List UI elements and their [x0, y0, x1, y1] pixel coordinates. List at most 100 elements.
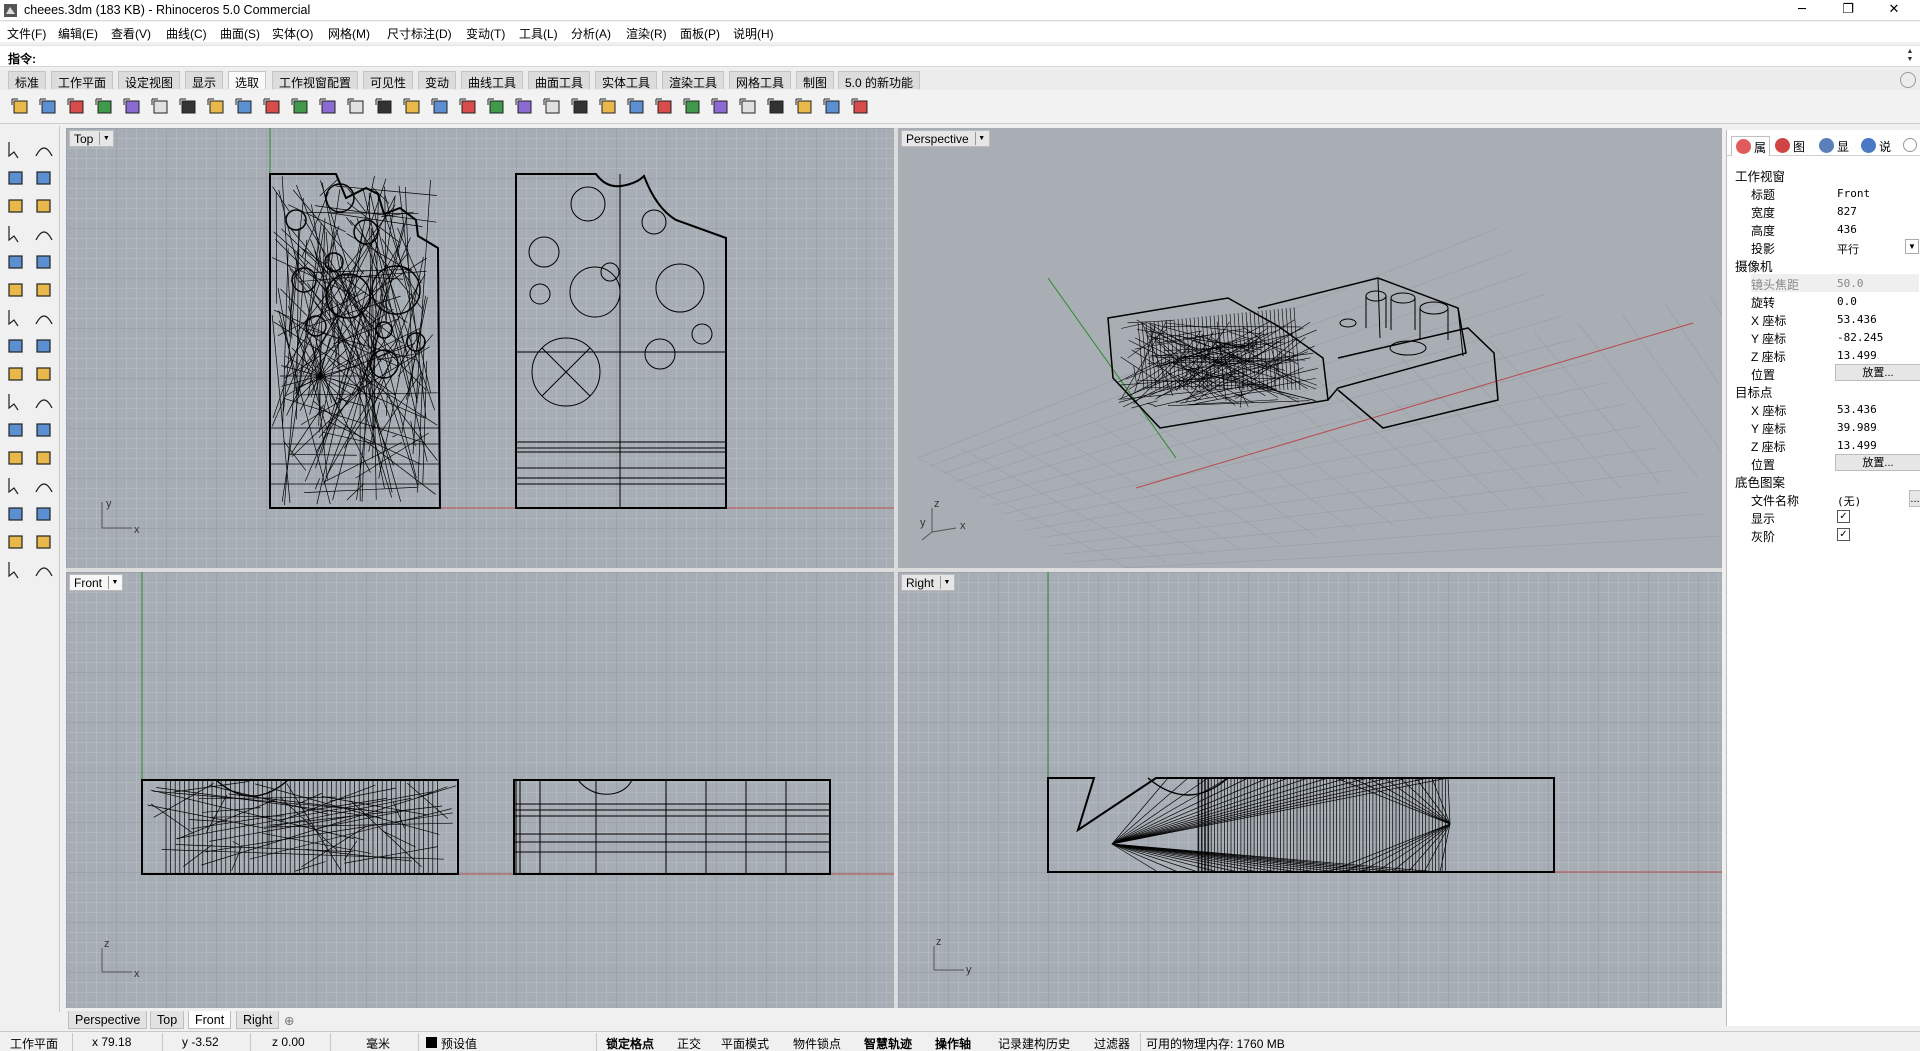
patch-icon[interactable]	[32, 334, 56, 358]
vtab-top[interactable]: Top	[150, 1011, 185, 1029]
menu-solid[interactable]: 实体(O)	[272, 25, 313, 42]
status-smarttrack[interactable]: 智慧轨迹	[864, 1035, 912, 1051]
surface-from-points-icon[interactable]	[4, 278, 28, 302]
toolbar-gear-icon[interactable]	[1900, 72, 1916, 88]
viewport-perspective[interactable]: z x y Perspective ▼	[898, 128, 1722, 568]
minimize-button[interactable]: ─	[1780, 0, 1824, 21]
tab-viewport-layout[interactable]: 工作视窗配置	[272, 71, 359, 90]
select-circles-icon[interactable]	[598, 96, 620, 118]
camera-prop-value[interactable]: 0.0	[1837, 295, 1857, 308]
render-icon[interactable]	[4, 558, 28, 582]
surface-edge-icon[interactable]	[32, 278, 56, 302]
camera-prop-value[interactable]: 13.499	[1837, 349, 1877, 362]
select-pointclouds-icon[interactable]	[766, 96, 788, 118]
menu-surface[interactable]: 曲面(S)	[220, 25, 260, 42]
select-arcs-icon[interactable]	[570, 96, 592, 118]
menu-dimension[interactable]: 尺寸标注(D)	[387, 25, 452, 42]
panel-tab-layers[interactable]: 图	[1771, 136, 1808, 156]
circle-icon[interactable]	[4, 194, 28, 218]
select-color-icon[interactable]	[234, 96, 256, 118]
projection-dropdown-icon[interactable]: ▼	[1905, 239, 1919, 254]
box-solid-icon[interactable]	[4, 306, 28, 330]
explode-icon[interactable]	[32, 362, 56, 386]
panel-gear-icon[interactable]	[1903, 138, 1917, 152]
chevron-down-icon[interactable]: ▼	[974, 132, 988, 145]
viewport-prop-value[interactable]: 平行	[1837, 241, 1859, 257]
wallpaper-prop-button[interactable]: ...	[1909, 490, 1920, 507]
menu-edit[interactable]: 编辑(E)	[58, 25, 98, 42]
tab-cplanes[interactable]: 工作平面	[51, 71, 114, 90]
ellipse-icon[interactable]	[4, 250, 28, 274]
select-dots-icon[interactable]	[738, 96, 760, 118]
viewport-prop-value[interactable]: Front	[1837, 187, 1870, 200]
viewport-title-top[interactable]: Top ▼	[69, 130, 115, 147]
select-small-icon[interactable]	[654, 96, 676, 118]
select-polysurfaces-icon[interactable]	[122, 96, 144, 118]
sweep-icon[interactable]	[4, 418, 28, 442]
status-layer[interactable]: 预设值	[441, 1035, 477, 1051]
select-surfaces-icon[interactable]	[94, 96, 116, 118]
viewport-front[interactable]: z x Front ▼	[66, 572, 894, 1008]
mirror-icon[interactable]	[4, 474, 28, 498]
select-meshes-icon[interactable]	[318, 96, 340, 118]
sphere-icon[interactable]	[32, 306, 56, 330]
wallpaper-prop-checkbox[interactable]: ✓	[1837, 528, 1850, 541]
target-prop-value[interactable]: 39.989	[1837, 421, 1877, 434]
tab-render-tools[interactable]: 渲染工具	[662, 71, 725, 90]
select-all-icon[interactable]	[10, 96, 32, 118]
text-icon[interactable]	[4, 446, 28, 470]
restore-button[interactable]: ❐	[1826, 0, 1870, 21]
command-history-scroll[interactable]: ▲ ▼	[1904, 48, 1916, 65]
status-osnap[interactable]: 物件锁点	[793, 1035, 841, 1051]
select-render-icon[interactable]	[682, 96, 704, 118]
status-history[interactable]: 记录建构历史	[998, 1035, 1070, 1051]
select-lights-icon[interactable]	[150, 96, 172, 118]
fillet-icon[interactable]	[4, 390, 28, 414]
menu-mesh[interactable]: 网格(M)	[328, 25, 370, 42]
tab-transform[interactable]: 变动	[418, 71, 457, 90]
select-name-icon[interactable]	[822, 96, 844, 118]
analyze-icon[interactable]	[4, 530, 28, 554]
target-prop-value[interactable]: 53.436	[1837, 403, 1877, 416]
select-bad-objects-icon[interactable]	[626, 96, 648, 118]
freeform-icon[interactable]	[32, 250, 56, 274]
select-history-icon[interactable]	[794, 96, 816, 118]
vtab-right[interactable]: Right	[236, 1011, 280, 1029]
chevron-down-icon[interactable]: ▼	[108, 576, 121, 589]
dimension-icon[interactable]	[32, 446, 56, 470]
check-icon[interactable]	[32, 530, 56, 554]
viewport-top[interactable]: y x Top ▼	[66, 128, 894, 568]
polyline-icon[interactable]	[4, 166, 28, 190]
viewport-splitter-horizontal[interactable]	[66, 568, 1722, 572]
camera-prop-value[interactable]: 50.0	[1837, 277, 1864, 290]
select-annotations-icon[interactable]	[178, 96, 200, 118]
tab-select[interactable]: 选取	[228, 71, 267, 90]
select-points-icon[interactable]	[290, 96, 312, 118]
group-icon[interactable]	[32, 502, 56, 526]
menu-help[interactable]: 说明(H)	[733, 25, 774, 42]
select-lines-icon[interactable]	[514, 96, 536, 118]
menu-panels[interactable]: 面板(P)	[680, 25, 720, 42]
viewport-prop-value[interactable]: 827	[1837, 205, 1857, 218]
menu-view[interactable]: 查看(V)	[111, 25, 151, 42]
vtab-front[interactable]: Front	[188, 1011, 232, 1029]
menu-file[interactable]: 文件(F)	[7, 25, 46, 42]
boolean-icon[interactable]	[4, 362, 28, 386]
select-duplicates-icon[interactable]	[402, 96, 424, 118]
tab-set-view[interactable]: 设定视图	[118, 71, 181, 90]
vtab-perspective[interactable]: Perspective	[68, 1011, 148, 1029]
point-icon[interactable]	[32, 138, 56, 162]
tab-solid-tools[interactable]: 实体工具	[595, 71, 658, 90]
status-snap[interactable]: 锁定格点	[606, 1035, 654, 1051]
status-planar[interactable]: 平面模式	[721, 1035, 769, 1051]
select-hatch-icon[interactable]	[710, 96, 732, 118]
tab-mesh-tools[interactable]: 网格工具	[729, 71, 792, 90]
status-gumball[interactable]: 操作轴	[935, 1035, 971, 1051]
select-open-icon[interactable]	[458, 96, 480, 118]
loft-icon[interactable]	[32, 418, 56, 442]
camera-prop-value[interactable]: 53.436	[1837, 313, 1877, 326]
curve-icon[interactable]	[32, 166, 56, 190]
status-units[interactable]: 毫米	[366, 1035, 390, 1051]
target-prop-button[interactable]: 放置...	[1835, 454, 1920, 471]
menu-analyze[interactable]: 分析(A)	[571, 25, 611, 42]
